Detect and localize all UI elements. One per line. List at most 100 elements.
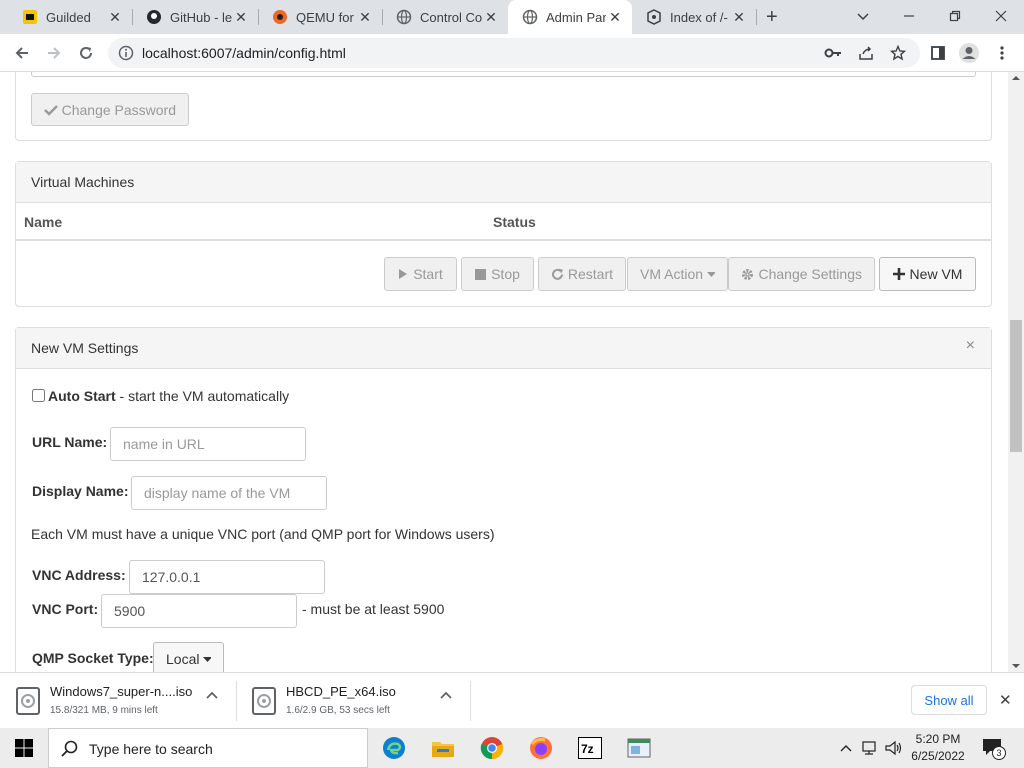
tab-title: GitHub - le	[170, 9, 232, 25]
vnc-note: Each VM must have a unique VNC port (and…	[31, 526, 495, 542]
restore-button[interactable]	[940, 4, 970, 28]
index-icon	[646, 9, 662, 25]
browser-toolbar: localhost:6007/admin/config.html	[0, 34, 1024, 72]
tab-guilded[interactable]: Guilded ✕	[8, 0, 132, 34]
restore-icon	[949, 10, 961, 22]
vnc-port-label: VNC Port:	[32, 601, 99, 617]
tab-search-button[interactable]	[848, 4, 878, 28]
address-bar[interactable]: localhost:6007/admin/config.html	[108, 38, 920, 68]
scroll-up-icon[interactable]	[1008, 72, 1024, 84]
stop-button[interactable]: Stop	[461, 257, 534, 291]
qemu-icon	[272, 9, 288, 25]
page-scrollbar[interactable]	[1008, 72, 1024, 672]
reload-button[interactable]	[74, 41, 98, 65]
change-settings-label: Change Settings	[758, 266, 862, 282]
password-input[interactable]	[31, 72, 976, 77]
download-status: 15.8/321 MB, 9 mins left	[50, 705, 158, 716]
chevron-up-icon[interactable]	[840, 744, 852, 752]
start-button[interactable]: Start	[384, 257, 457, 291]
guilded-icon	[22, 9, 38, 25]
download-item[interactable]: HBCD_PE_x64.iso 1.6/2.9 GB, 53 secs left	[236, 673, 470, 729]
close-window-button[interactable]	[986, 4, 1016, 28]
qmp-socket-dropdown[interactable]: Local	[153, 642, 224, 672]
close-tab-icon[interactable]: ✕	[106, 9, 124, 26]
tab-separator	[756, 9, 757, 25]
forward-button[interactable]	[42, 41, 66, 65]
app-window-icon[interactable]	[626, 736, 652, 760]
menu-button[interactable]	[990, 41, 1014, 65]
plus-icon	[892, 268, 905, 280]
search-placeholder: Type here to search	[89, 741, 213, 757]
chrome-icon[interactable]	[479, 736, 505, 760]
new-vm-label: New VM	[909, 266, 963, 282]
vm-panel-title: Virtual Machines	[31, 174, 135, 190]
restart-label: Restart	[567, 266, 613, 282]
taskbar-search-box[interactable]: Type here to search	[48, 728, 368, 768]
refresh-icon	[552, 268, 563, 280]
vnc-address-input[interactable]	[129, 560, 325, 594]
new-vm-title: New VM Settings	[31, 340, 139, 356]
close-tab-icon[interactable]: ✕	[356, 9, 374, 26]
network-icon[interactable]	[862, 740, 880, 756]
reload-icon	[80, 47, 92, 59]
notification-count: 3	[992, 746, 1006, 760]
display-name-input[interactable]	[131, 476, 327, 510]
close-panel-button[interactable]: ×	[966, 337, 975, 355]
new-vm-settings-panel: New VM Settings × Auto Start - start the…	[15, 327, 992, 672]
volume-icon[interactable]	[885, 740, 903, 756]
password-card: Change Password	[15, 72, 992, 141]
new-tab-button[interactable]: +	[766, 6, 778, 29]
firefox-icon[interactable]	[528, 736, 554, 760]
chevron-up-icon[interactable]	[440, 691, 452, 699]
chevron-up-icon[interactable]	[206, 691, 218, 699]
restart-button[interactable]: Restart	[538, 257, 626, 291]
tab-qemu[interactable]: QEMU for \ ✕	[258, 0, 382, 34]
windows-taskbar: Type here to search 7z 5:20 PM 6/25/2022…	[0, 728, 1024, 768]
notification-center[interactable]: 3	[982, 738, 1006, 760]
change-password-button[interactable]: Change Password	[31, 93, 189, 126]
side-panel-button[interactable]	[926, 41, 950, 65]
close-tab-icon[interactable]: ✕	[606, 9, 624, 26]
download-item[interactable]: Windows7_super-n....iso 15.8/321 MB, 9 m…	[0, 673, 236, 729]
clock[interactable]: 5:20 PM 6/25/2022	[908, 731, 968, 765]
minimize-icon	[904, 15, 914, 17]
show-all-button[interactable]: Show all	[911, 685, 987, 715]
tab-admin-panel[interactable]: Admin Pan ✕	[508, 0, 632, 34]
avatar-icon	[959, 43, 979, 63]
vnc-port-input[interactable]	[101, 594, 297, 628]
auto-start-checkbox[interactable]	[32, 389, 45, 402]
change-settings-button[interactable]: Change Settings	[728, 257, 875, 291]
key-icon[interactable]	[824, 45, 842, 64]
download-name: Windows7_super-n....iso	[50, 684, 193, 699]
github-icon	[146, 9, 162, 25]
close-downloads-button[interactable]: ✕	[999, 691, 1012, 709]
new-vm-button[interactable]: New VM	[879, 257, 976, 291]
edge-icon[interactable]	[381, 736, 407, 760]
globe-icon	[396, 9, 412, 25]
arrow-left-icon	[15, 47, 28, 59]
auto-start-label: Auto Start	[48, 388, 116, 404]
close-tab-icon[interactable]: ✕	[730, 9, 748, 26]
vm-action-dropdown[interactable]: VM Action	[627, 257, 728, 291]
site-info-icon[interactable]	[118, 45, 134, 64]
back-button[interactable]	[10, 41, 34, 65]
star-icon[interactable]	[889, 44, 907, 64]
tab-index[interactable]: Index of /- ✕	[632, 0, 756, 34]
profile-button[interactable]	[957, 41, 981, 65]
minimize-button[interactable]	[894, 4, 924, 28]
tab-github[interactable]: GitHub - le ✕	[132, 0, 258, 34]
close-tab-icon[interactable]: ✕	[482, 9, 500, 26]
7zip-icon[interactable]: 7z	[577, 736, 603, 760]
scroll-down-icon[interactable]	[1008, 660, 1024, 672]
scrollbar-thumb[interactable]	[1010, 320, 1022, 452]
arrow-right-icon	[48, 47, 61, 59]
close-tab-icon[interactable]: ✕	[232, 9, 250, 26]
share-icon[interactable]	[858, 45, 874, 64]
file-explorer-icon[interactable]	[430, 736, 456, 760]
start-button[interactable]	[11, 736, 37, 760]
vnc-port-note: - must be at least 5900	[302, 601, 445, 617]
tab-title: QEMU for \	[296, 9, 356, 25]
url-name-input[interactable]	[110, 427, 306, 461]
tab-control[interactable]: Control Co ✕	[382, 0, 508, 34]
tab-title: Admin Pan	[546, 9, 606, 25]
